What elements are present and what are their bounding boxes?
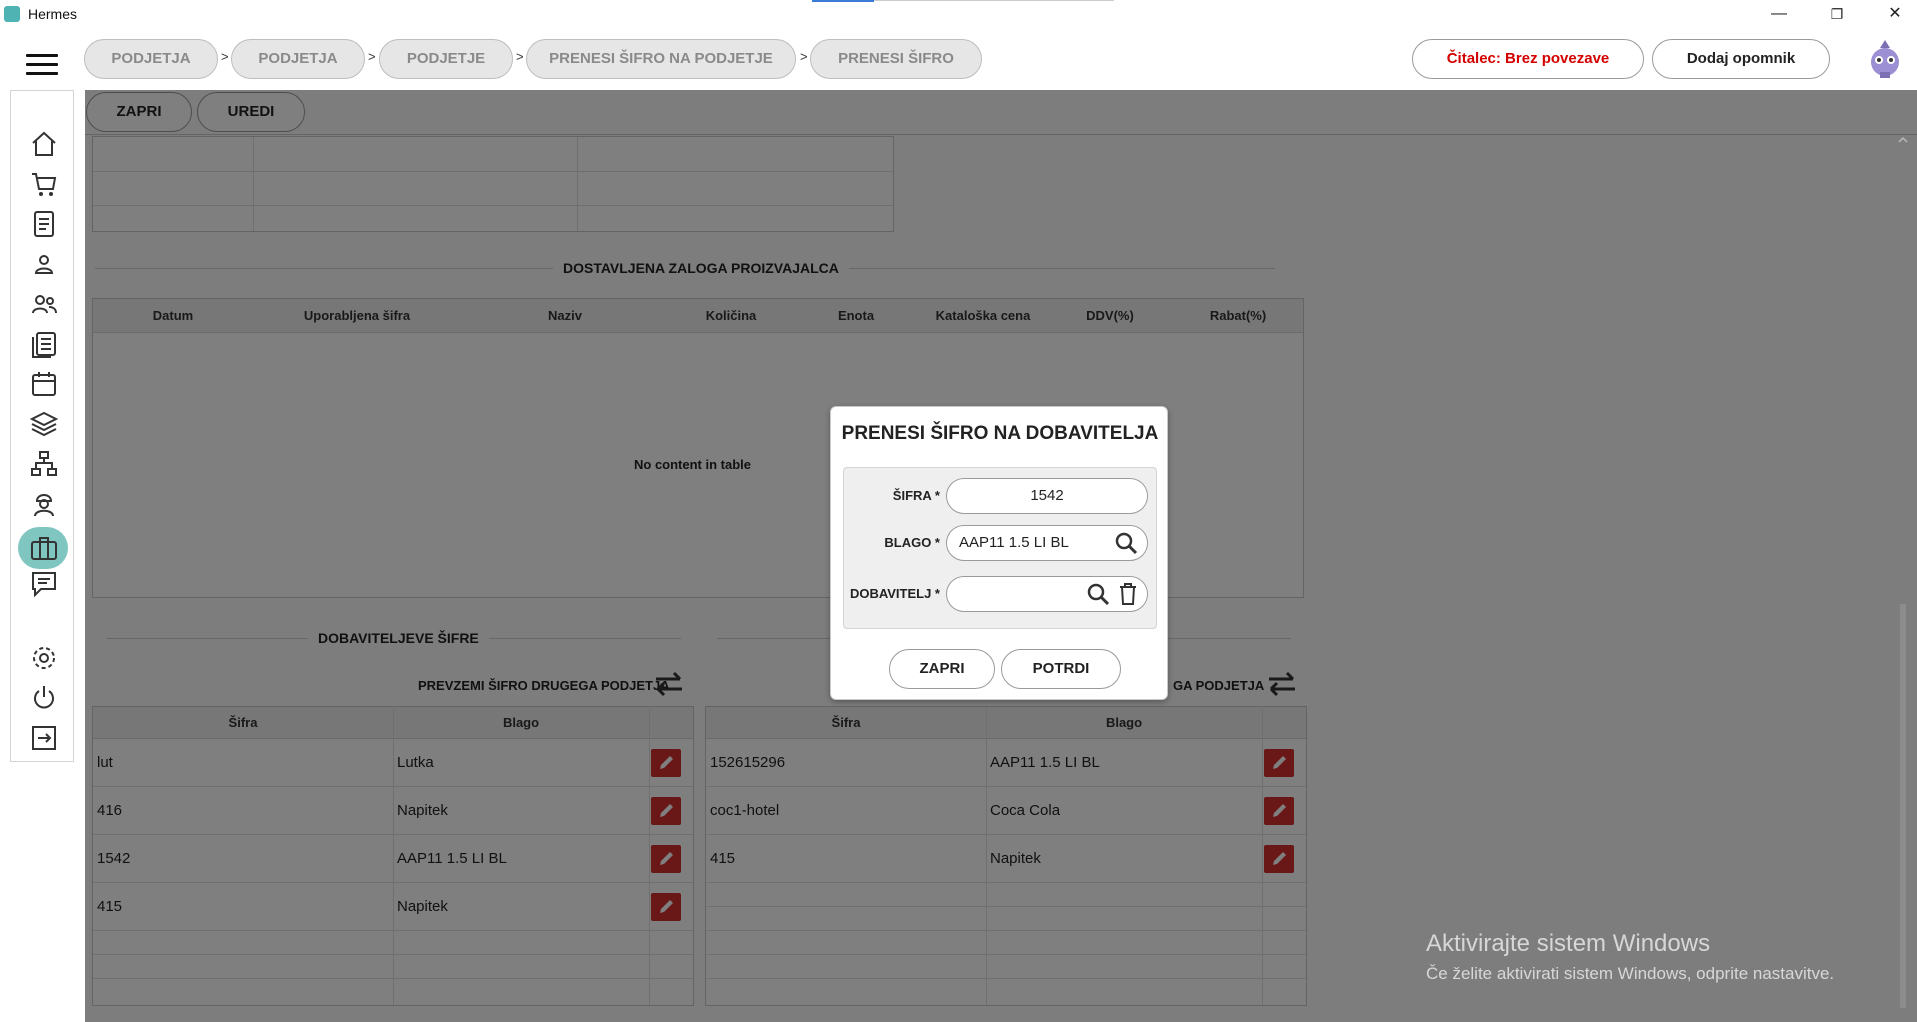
app-logo-icon xyxy=(4,6,20,22)
breadcrumb-prenesi-sifro-na-podjetje[interactable]: PRENESI ŠIFRO NA PODJETJE xyxy=(526,39,796,79)
calendar-icon[interactable] xyxy=(29,369,59,399)
briefcase-icon[interactable] xyxy=(29,533,59,563)
cart-icon[interactable] xyxy=(29,169,59,199)
breadcrumb-separator: > xyxy=(221,49,229,64)
logout-icon[interactable] xyxy=(29,723,59,753)
add-reminder-button[interactable]: Dodaj opomnik xyxy=(1652,39,1830,79)
item-label: BLAGO * xyxy=(884,535,940,550)
chat-icon[interactable] xyxy=(29,569,59,599)
search-icon[interactable] xyxy=(1114,531,1138,555)
dialog-close-button[interactable]: ZAPRI xyxy=(889,649,995,689)
breadcrumb-podjetje[interactable]: PODJETJE xyxy=(379,39,513,79)
dialog-form: ŠIFRA * 1542 BLAGO * AAP11 1.5 LI BL DOB… xyxy=(843,467,1157,629)
restore-button[interactable]: ❐ xyxy=(1814,2,1860,26)
people-icon[interactable] xyxy=(29,289,59,319)
dialog-title: PRENESI ŠIFRO NA DOBAVITELJA xyxy=(841,423,1159,444)
layers-icon[interactable] xyxy=(29,409,59,439)
list-icon[interactable] xyxy=(29,329,59,359)
document-icon[interactable] xyxy=(29,209,59,239)
supplier-label: DOBAVITELJ * xyxy=(849,586,940,601)
sidebar xyxy=(10,90,74,762)
app-title: Hermes xyxy=(28,6,78,22)
window-titlebar: Hermes — ❐ ✕ xyxy=(0,0,1917,28)
transfer-code-dialog: PRENESI ŠIFRO NA DOBAVITELJA ŠIFRA * 154… xyxy=(830,406,1168,700)
dialog-confirm-button[interactable]: POTRDI xyxy=(1001,649,1121,689)
home-icon[interactable] xyxy=(29,129,59,159)
windows-activation-subtitle: Če želite aktivirati sistem Windows, odp… xyxy=(1426,964,1835,983)
reader-status-button[interactable]: Čitalec: Brez povezave xyxy=(1412,39,1644,79)
scrollbar[interactable] xyxy=(1896,136,1910,1016)
breadcrumb-prenesi-sifro[interactable]: PRENESI ŠIFRO xyxy=(810,39,982,79)
breadcrumb-separator: > xyxy=(516,49,524,64)
power-icon[interactable] xyxy=(29,683,59,713)
code-field[interactable]: 1542 xyxy=(946,478,1148,514)
windows-activation-title: Aktivirajte sistem Windows xyxy=(1426,930,1711,957)
titlebar-accent-line xyxy=(874,0,1114,1)
network-icon[interactable] xyxy=(29,449,59,479)
trash-icon[interactable] xyxy=(1116,582,1140,606)
avatar-icon[interactable] xyxy=(1868,38,1902,80)
titlebar-accent xyxy=(812,0,874,2)
breadcrumb-separator: > xyxy=(368,49,376,64)
person-icon[interactable] xyxy=(29,249,59,279)
gear-icon[interactable] xyxy=(29,643,59,673)
minimize-button[interactable]: — xyxy=(1756,2,1802,26)
worker-icon[interactable] xyxy=(29,489,59,519)
search-icon[interactable] xyxy=(1086,582,1110,606)
close-window-button[interactable]: ✕ xyxy=(1872,2,1917,26)
breadcrumb-podjetja-2[interactable]: PODJETJA xyxy=(231,39,365,79)
menu-hamburger-icon[interactable] xyxy=(26,54,58,76)
breadcrumb-podjetja-1[interactable]: PODJETJA xyxy=(84,39,218,79)
code-label: ŠIFRA * xyxy=(892,488,940,503)
breadcrumb-separator: > xyxy=(800,49,808,64)
